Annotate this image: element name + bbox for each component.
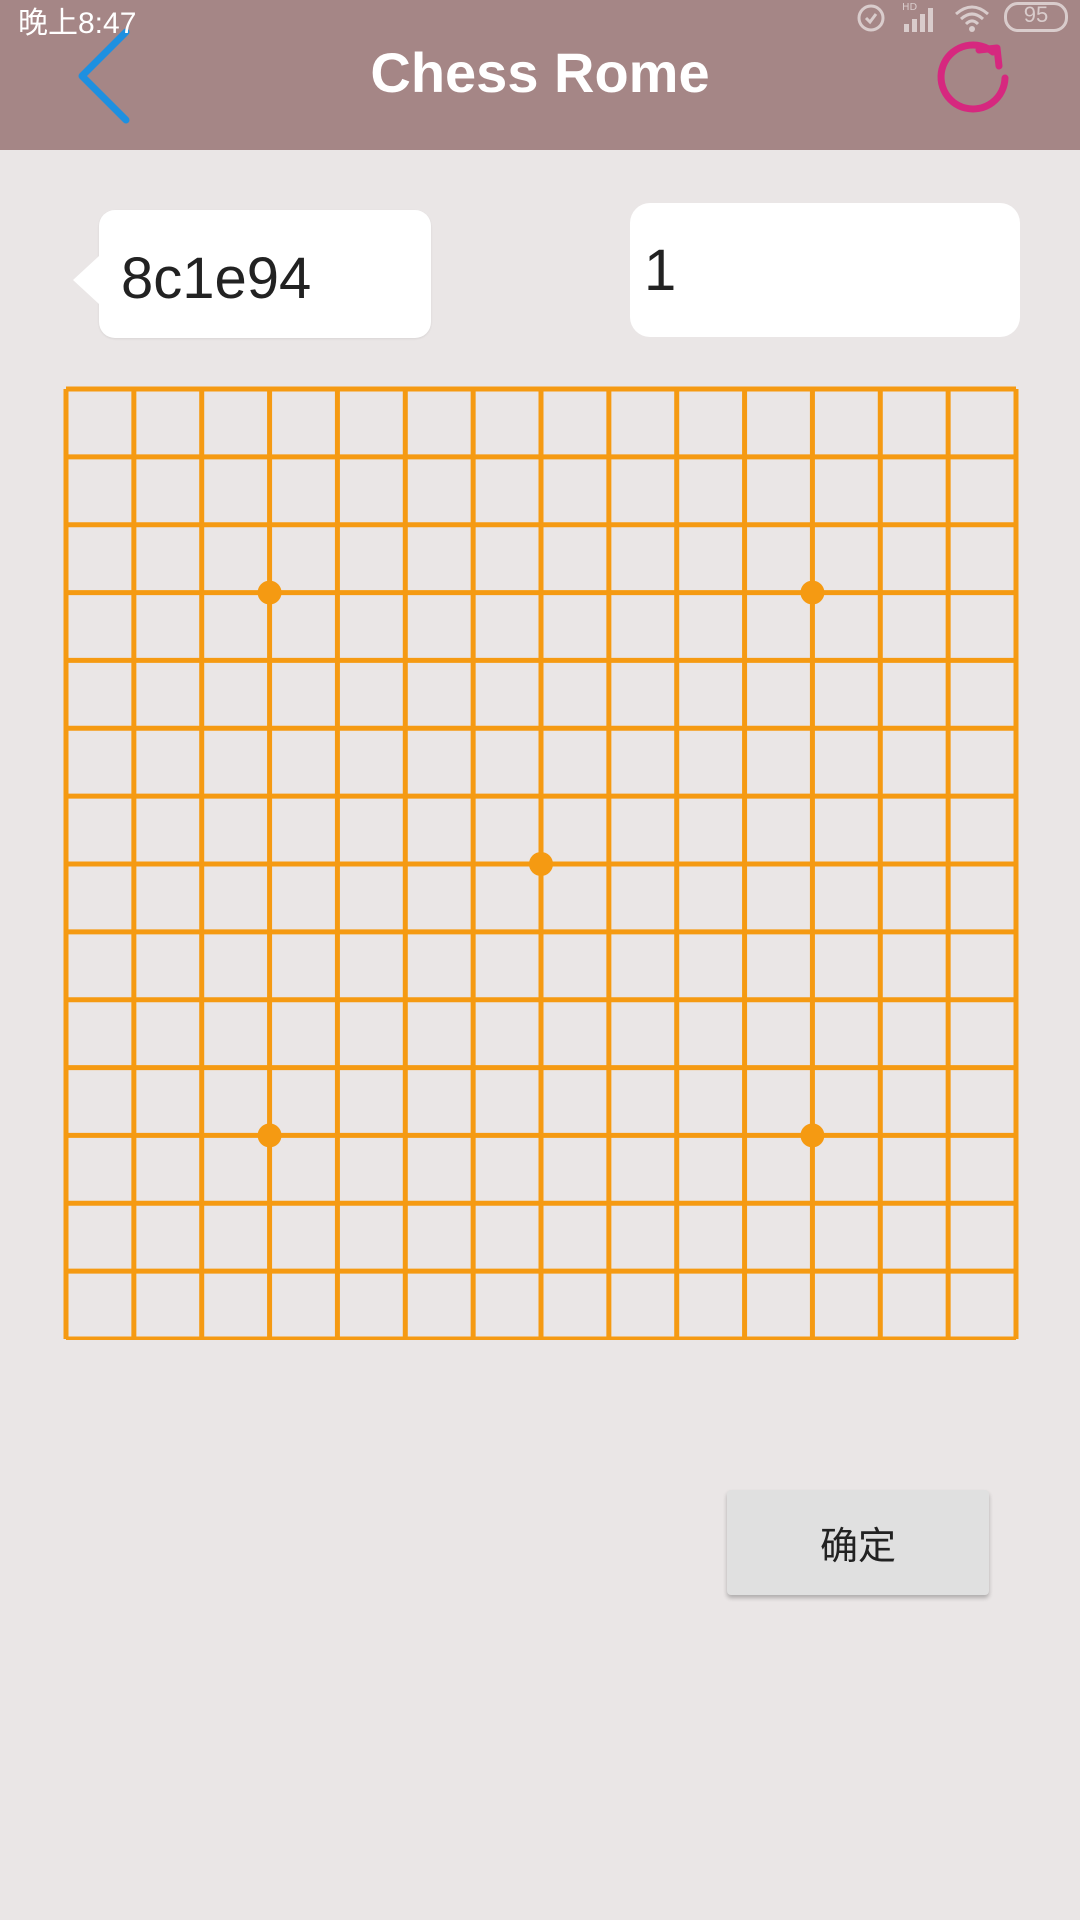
page-title: Chess Rome xyxy=(370,41,710,104)
star-point xyxy=(257,580,282,605)
room-id-label: 8c1e94 xyxy=(121,246,312,311)
refresh-icon xyxy=(937,41,1009,113)
room-id-bubble: 8c1e94 xyxy=(73,210,431,338)
confirm-button[interactable]: 确定 xyxy=(727,1490,989,1595)
star-point xyxy=(529,852,553,876)
status-time: 晚上8:47 xyxy=(18,7,137,40)
star-point xyxy=(800,1123,825,1148)
signal-hd-icon: HD xyxy=(902,2,933,32)
battery-level: 95 xyxy=(1023,2,1049,27)
go-board[interactable] xyxy=(62,385,1020,1340)
star-point xyxy=(800,580,825,605)
svg-text:HD: HD xyxy=(902,2,918,13)
star-point xyxy=(257,1123,282,1148)
status-icons: HD 95 xyxy=(854,0,1068,34)
refresh-button[interactable] xyxy=(935,38,1015,118)
battery-icon: 95 xyxy=(1004,2,1068,32)
room-number-input[interactable] xyxy=(630,203,1020,337)
wifi-icon xyxy=(955,5,989,32)
alarm-icon xyxy=(857,4,885,32)
status-bar: 晚上8:47 HD 95 xyxy=(0,0,1080,40)
